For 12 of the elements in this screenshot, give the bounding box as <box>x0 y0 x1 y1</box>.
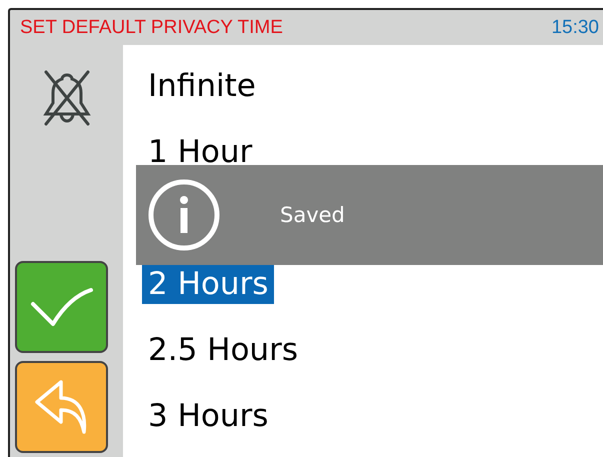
list-option[interactable]: 3 Hours <box>142 396 274 436</box>
info-icon <box>148 179 220 251</box>
list-option[interactable]: Infinite <box>142 66 262 106</box>
checkmark-icon <box>30 286 94 328</box>
screen-title: SET DEFAULT PRIVACY TIME <box>20 16 283 38</box>
confirm-button[interactable] <box>15 261 108 353</box>
bell-crossed-icon <box>40 69 92 127</box>
toast-message: Saved <box>280 203 345 227</box>
clock-time: 15:30 <box>551 16 599 38</box>
list-option[interactable]: 2 Hours <box>142 264 274 304</box>
list-option[interactable]: 2.5 Hours <box>142 330 304 370</box>
back-button[interactable] <box>15 361 108 453</box>
